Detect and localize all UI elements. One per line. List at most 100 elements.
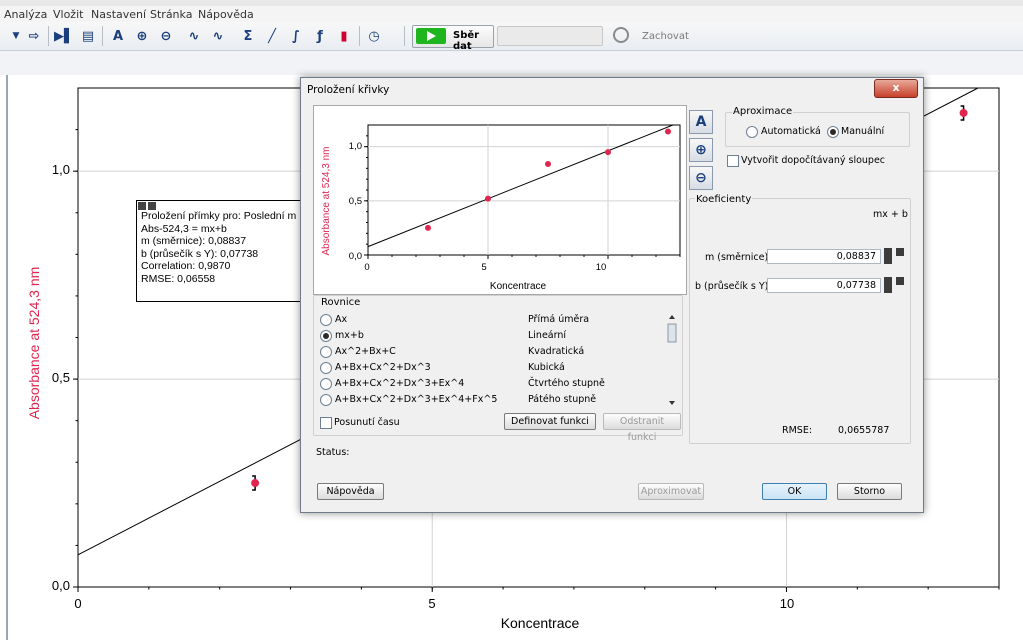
dialog-x-tick-label: 0	[364, 262, 369, 273]
x-axis-title[interactable]: Koncentrace	[440, 615, 640, 631]
data-point	[959, 108, 968, 117]
y-tick-label: 0,0	[51, 578, 70, 593]
approximation-title: Aproximace	[732, 106, 794, 117]
coefficients-group: Koeficienty mx + b m (směrnice) 0,08837 …	[689, 194, 911, 444]
data-point	[425, 224, 431, 231]
m-value-field[interactable]: 0,08837	[767, 249, 881, 264]
curve-fit-dialog: Proložení křivky x Absorbance at 524,3 n…	[300, 77, 924, 513]
cancel-button[interactable]: Storno	[837, 483, 902, 500]
data-point	[545, 161, 551, 167]
status-label: Status:	[316, 447, 350, 458]
b-value-field[interactable]: 0,07738	[767, 278, 881, 293]
equation-group: Rovnice Ax Přímá úměra mx+b Lineární Ax^2+…	[313, 295, 683, 443]
dialog-y-axis-title: Absorbance at 524,3 nm	[321, 147, 332, 256]
remove-function-button[interactable]: Odstranit funkci	[603, 413, 681, 443]
x-tick-label: 5	[428, 596, 436, 611]
list-item[interactable]: A+Bx+Cx^2+Dx^3+Ex^4+Fx^5 Pátého stupně	[318, 392, 678, 408]
list-item[interactable]: A+Bx+Cx^2+Dx^3+Ex^4 Čtvrtého stupně	[318, 376, 678, 392]
fit-title: Proložení přímky pro: Poslední m	[141, 210, 297, 222]
list-item[interactable]: Ax^2+Bx+C Kvadratická	[318, 344, 678, 360]
list-item[interactable]: mx+b Lineární	[318, 328, 678, 344]
zoom-out-icon[interactable]: ⊖	[689, 166, 713, 190]
m-lock-icon[interactable]	[896, 248, 904, 256]
autoscale-icon[interactable]: A	[689, 110, 713, 134]
help-button[interactable]: Nápověda	[317, 483, 384, 500]
coefficients-formula: mx + b	[873, 209, 908, 220]
dialog-x-tick-label: 10	[596, 262, 607, 273]
zoom-in-icon[interactable]: ⊕	[689, 138, 713, 162]
time-shift-label[interactable]: Posunutí času	[334, 417, 400, 428]
options-icon[interactable]	[148, 202, 156, 210]
dialog-y-tick-label: 1,0	[349, 141, 362, 152]
close-annotation-icon[interactable]	[138, 202, 146, 210]
scroll-thumb[interactable]	[667, 323, 677, 343]
time-shift-checkbox[interactable]	[320, 417, 332, 429]
fit-correlation: Correlation: 0,9870	[141, 260, 231, 273]
m-spinner[interactable]	[884, 248, 892, 264]
data-point	[605, 149, 611, 156]
equation-formula: A+Bx+Cx^2+Dx^3	[335, 362, 431, 373]
equation-formula: A+Bx+Cx^2+Dx^3+Ex^4+Fx^5	[335, 394, 498, 405]
dialog-y-tick-label: 0,0	[349, 251, 362, 262]
fit-line	[367, 124, 674, 248]
dialog-x-tick-label: 5	[481, 262, 486, 273]
approximation-group: Aproximace Automatická Manuální	[725, 106, 910, 147]
computed-column-label[interactable]: Vytvořit dopočítávaný sloupec	[741, 155, 885, 166]
equation-scrollbar[interactable]	[667, 312, 677, 408]
coefficients-title: Koeficienty	[695, 194, 753, 205]
auto-radio-label[interactable]: Automatická	[761, 126, 821, 137]
data-point	[485, 195, 491, 202]
data-point	[665, 128, 671, 135]
rmse-value: 0,0655787	[838, 425, 890, 436]
rmse-label: RMSE:	[782, 425, 813, 436]
scroll-up-icon[interactable]	[669, 315, 675, 319]
equation-radio[interactable]	[320, 362, 332, 374]
equation-name: Čtvrtého stupně	[528, 378, 605, 389]
equation-formula: Ax	[335, 314, 348, 325]
equation-name: Přímá úměra	[528, 314, 590, 325]
approximate-button[interactable]: Aproximovat	[638, 483, 704, 500]
b-spinner[interactable]	[884, 277, 892, 293]
equation-radio[interactable]	[320, 346, 332, 358]
dialog-y-tick-label: 0,5	[349, 196, 362, 207]
equation-formula: Ax^2+Bx+C	[335, 346, 396, 357]
equation-radio[interactable]	[320, 330, 332, 342]
manual-radio-label[interactable]: Manuální	[841, 126, 884, 137]
annotation-header	[137, 201, 312, 210]
dialog-graph-svg: Absorbance at 524,3 nm Koncentrace 0,0 0…	[321, 124, 681, 292]
close-button[interactable]: x	[874, 79, 918, 98]
fit-slope: m (směrnice): 0,08837	[141, 235, 247, 248]
equation-name: Kvadratická	[528, 346, 585, 357]
manual-radio[interactable]	[827, 126, 839, 138]
list-item[interactable]: Ax Přímá úměra	[318, 312, 678, 328]
y-tick-label: 1,0	[51, 162, 70, 177]
define-function-button[interactable]: Definovat funkci	[504, 413, 596, 430]
linear-fit-annotation[interactable]: Proložení přímky pro: Poslední m Abs-524…	[136, 200, 313, 302]
equation-list[interactable]: Ax Přímá úměra mx+b Lineární Ax^2+Bx+C Kvad…	[318, 312, 678, 408]
x-tick-label: 0	[74, 596, 82, 611]
equation-radio[interactable]	[320, 394, 332, 406]
b-lock-icon[interactable]	[896, 277, 904, 285]
equation-title: Rovnice	[320, 297, 362, 308]
equation-name: Pátého stupně	[528, 394, 597, 405]
y-axis-title[interactable]: Absorbance at 524,3 nm	[26, 233, 42, 453]
computed-column-checkbox[interactable]	[727, 155, 739, 167]
equation-radio[interactable]	[320, 378, 332, 390]
equation-formula: A+Bx+Cx^2+Dx^3+Ex^4	[335, 378, 465, 389]
list-item[interactable]: A+Bx+Cx^2+Dx^3 Kubická	[318, 360, 678, 376]
scroll-down-icon[interactable]	[669, 401, 675, 405]
fit-equation: Abs-524,3 = mx+b	[141, 222, 227, 235]
b-label: b (průsečík s Y)	[695, 281, 769, 292]
dialog-x-axis-title: Koncentrace	[490, 281, 547, 292]
auto-radio[interactable]	[746, 126, 758, 138]
fit-intercept: b (průsečík s Y): 0,07738	[141, 247, 259, 260]
dialog-graph[interactable]: Absorbance at 524,3 nm Koncentrace 0,0 0…	[313, 105, 687, 295]
m-label: m (směrnice)	[705, 252, 769, 263]
ok-button[interactable]: OK	[762, 483, 827, 500]
data-point	[251, 479, 260, 488]
equation-formula: mx+b	[335, 330, 364, 341]
dialog-title: Proložení křivky	[307, 84, 390, 96]
equation-name: Kubická	[528, 362, 565, 373]
y-tick-label: 0,5	[51, 370, 70, 385]
equation-radio[interactable]	[320, 314, 332, 326]
